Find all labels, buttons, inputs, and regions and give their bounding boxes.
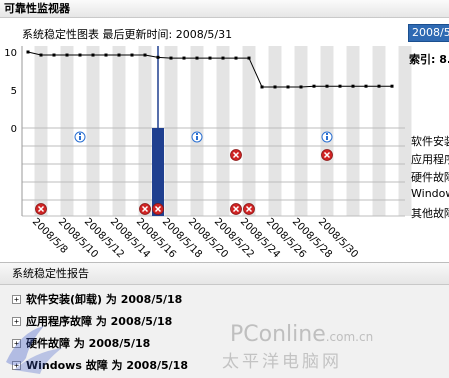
stability-point bbox=[65, 53, 69, 57]
column-stripe bbox=[60, 46, 74, 216]
info-icon bbox=[191, 131, 203, 143]
stability-point bbox=[286, 85, 290, 89]
stability-point bbox=[117, 53, 121, 57]
error-icon bbox=[35, 203, 47, 215]
stability-point bbox=[221, 56, 225, 60]
y-tick-label: 10 bbox=[4, 48, 17, 59]
row-label-misc-failure: 其他故障 bbox=[411, 207, 449, 220]
error-icon bbox=[321, 149, 333, 161]
column-stripe bbox=[398, 46, 412, 216]
stability-index-label: 索引: 8. bbox=[409, 53, 449, 66]
column-stripe bbox=[320, 46, 334, 216]
error-icon bbox=[230, 203, 242, 215]
column-stripe bbox=[216, 46, 230, 216]
stability-point bbox=[247, 56, 251, 60]
stability-point bbox=[208, 56, 212, 60]
watermark-cn: 太平洋电脑网 bbox=[222, 352, 342, 372]
watermark-brand: PConline.com.cn bbox=[230, 322, 374, 347]
stability-point bbox=[390, 84, 394, 88]
stability-point bbox=[104, 53, 108, 57]
column-stripe bbox=[294, 46, 308, 216]
expand-icon[interactable]: + bbox=[12, 295, 21, 304]
column-stripe bbox=[112, 46, 126, 216]
column-stripe bbox=[190, 46, 204, 216]
stability-point bbox=[312, 84, 316, 88]
stability-point bbox=[338, 84, 342, 88]
error-icon bbox=[230, 149, 242, 161]
column-stripe bbox=[268, 46, 282, 216]
stability-point bbox=[260, 85, 264, 89]
stability-point bbox=[299, 85, 303, 89]
stability-point bbox=[351, 84, 355, 88]
stability-point bbox=[52, 53, 56, 57]
stability-point bbox=[273, 85, 277, 89]
error-icon bbox=[152, 203, 164, 215]
stability-point bbox=[78, 53, 82, 57]
stability-point bbox=[156, 55, 160, 59]
stability-point bbox=[364, 84, 368, 88]
column-stripe bbox=[372, 46, 386, 216]
stability-chart: 1050 2008/5/82008/5/102008/5/122008/5/14… bbox=[4, 46, 412, 260]
stability-point bbox=[91, 53, 95, 57]
info-icon bbox=[321, 131, 333, 143]
stability-point bbox=[377, 84, 381, 88]
column-stripe bbox=[346, 46, 360, 216]
error-icon bbox=[243, 203, 255, 215]
chart-title-label: 系统稳定性图表 bbox=[22, 28, 99, 41]
watermark-logo-icon bbox=[6, 326, 62, 374]
stability-point bbox=[195, 56, 199, 60]
stability-point bbox=[130, 53, 134, 57]
stability-point bbox=[143, 53, 147, 57]
column-stripe bbox=[34, 46, 48, 216]
last-updated-label: 最后更新时间: 2008/5/31 bbox=[102, 28, 233, 41]
row-label-application-failure: 应用程序 bbox=[411, 153, 449, 166]
row-label-hardware-failure: 硬件故障 bbox=[411, 171, 449, 184]
stability-point bbox=[26, 50, 30, 54]
report-item-application-failure[interactable]: + 应用程序故障 为 2008/5/18 bbox=[12, 314, 442, 330]
report-header: 系统稳定性报告 bbox=[0, 263, 449, 285]
info-icon bbox=[74, 131, 86, 143]
row-label-software-install: 软件安装 bbox=[411, 135, 449, 148]
selected-day-column bbox=[152, 128, 164, 216]
stability-point bbox=[169, 56, 173, 60]
date-selector[interactable]: 2008/5/ bbox=[408, 24, 449, 42]
column-stripe bbox=[242, 46, 256, 216]
column-stripe bbox=[138, 46, 152, 216]
report-item-software-install[interactable]: + 软件安装(卸载) 为 2008/5/18 bbox=[12, 292, 442, 308]
stability-point bbox=[39, 53, 43, 57]
error-icon bbox=[139, 203, 151, 215]
column-stripe bbox=[164, 46, 178, 216]
row-label-windows-failure: Window bbox=[411, 187, 449, 200]
chart-header: 系统稳定性图表 最后更新时间: 2008/5/31 2008/5/ bbox=[0, 18, 449, 48]
window-title: 可靠性监视器 bbox=[0, 0, 449, 18]
y-tick-label: 5 bbox=[11, 86, 17, 97]
chart-title: 系统稳定性图表 最后更新时间: 2008/5/31 bbox=[22, 26, 232, 42]
y-tick-label: 0 bbox=[11, 124, 17, 135]
stability-point bbox=[234, 56, 238, 60]
stability-point bbox=[182, 56, 186, 60]
stability-point bbox=[325, 84, 329, 88]
column-stripe bbox=[86, 46, 100, 216]
